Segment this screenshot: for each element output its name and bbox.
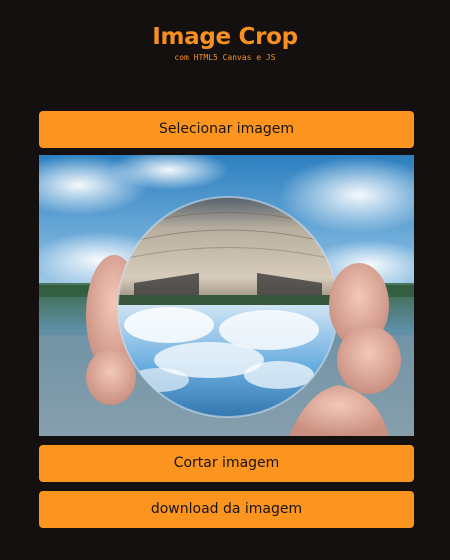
crop-image-button[interactable]: Cortar imagem	[39, 445, 414, 482]
header: Image Crop com HTML5 Canvas e JS	[0, 22, 450, 63]
download-image-button[interactable]: download da imagem	[39, 491, 414, 528]
app-subtitle: com HTML5 Canvas e JS	[174, 53, 276, 62]
preview-photo	[39, 155, 414, 436]
app-title: Image Crop	[152, 24, 298, 50]
image-preview[interactable]	[39, 155, 414, 436]
select-image-button[interactable]: Selecionar imagem	[39, 111, 414, 148]
